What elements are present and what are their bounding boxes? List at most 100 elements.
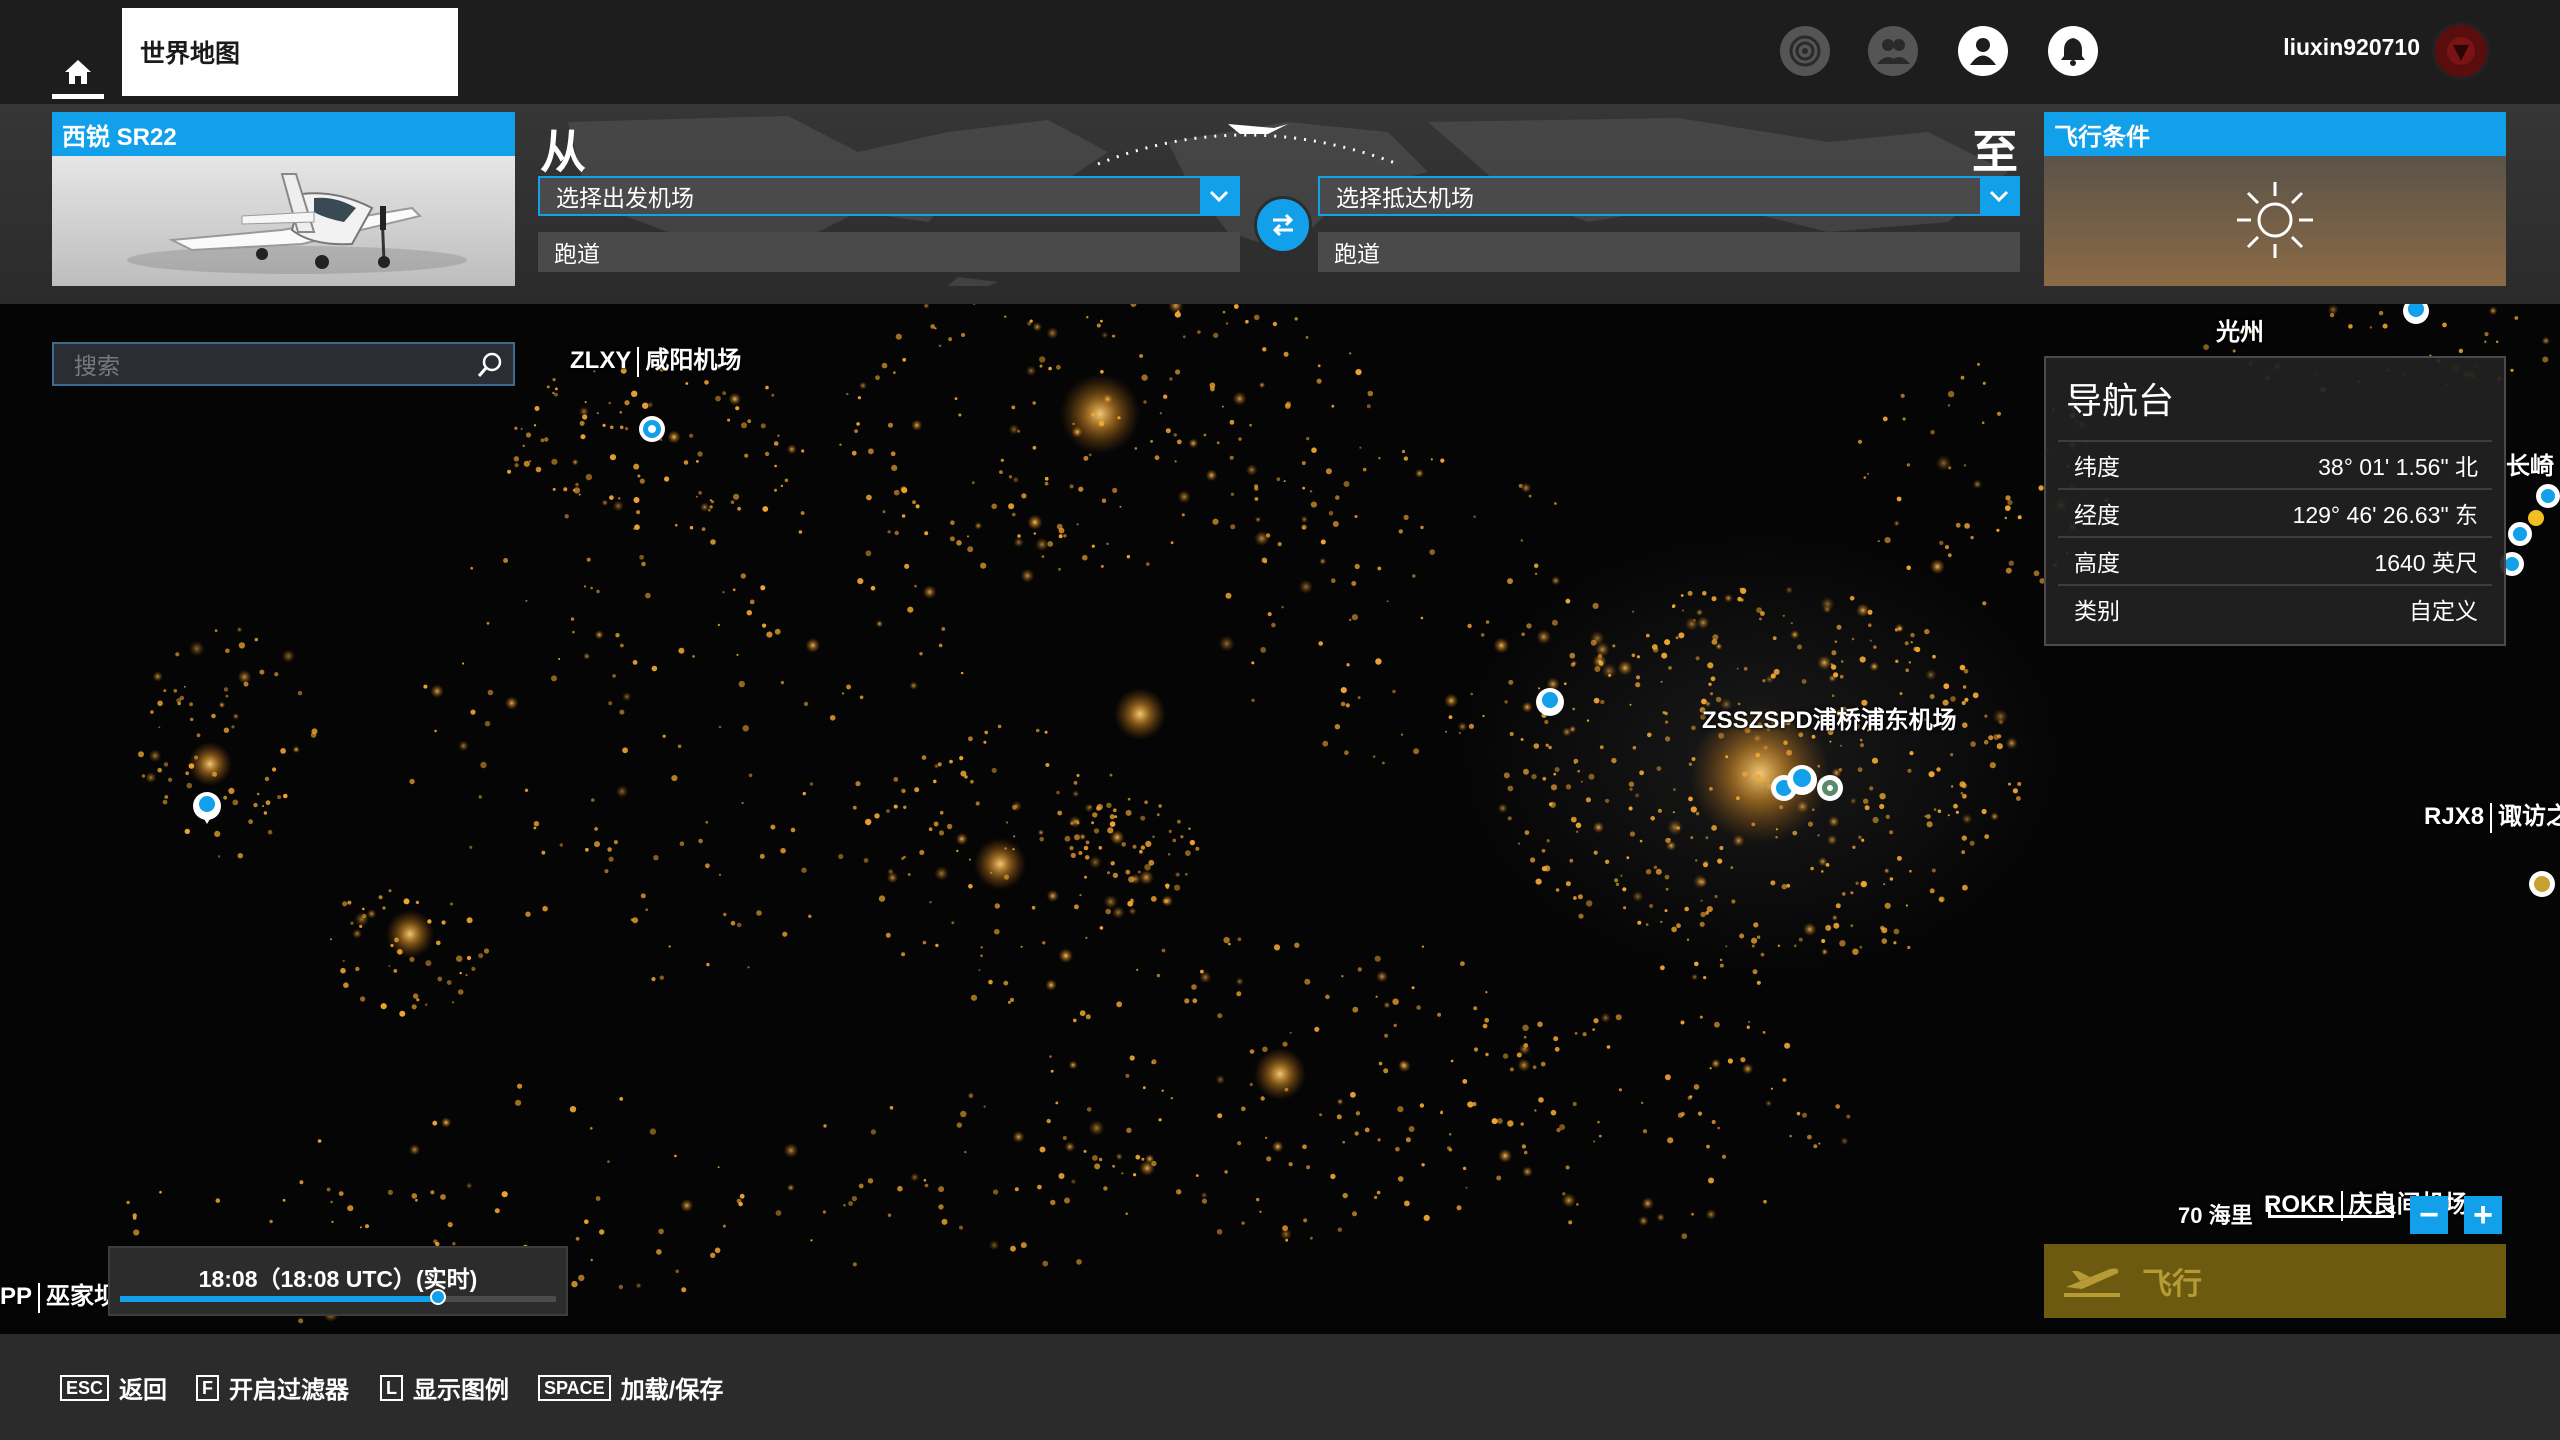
city-light: [970, 994, 978, 1001]
city-light: [698, 838, 703, 844]
city-light: [1623, 906, 1627, 910]
city-light: [1551, 576, 1561, 586]
city-light: [1071, 426, 1083, 438]
city-light: [1761, 743, 1770, 752]
friends-button[interactable]: [1868, 26, 1918, 76]
fly-button[interactable]: 飞行: [2044, 1244, 2506, 1318]
zoom-in-button[interactable]: +: [2464, 1196, 2502, 1234]
hint-load-save[interactable]: SPACE 加载/保存: [538, 1370, 723, 1405]
city-light: [1981, 808, 1987, 815]
city-light: [364, 1224, 370, 1229]
departure-dropdown-arrow[interactable]: [1200, 178, 1238, 214]
city-light: [1632, 746, 1637, 750]
city-light: [938, 643, 943, 648]
city-light: [231, 725, 235, 729]
swap-airports-button[interactable]: [1254, 196, 1312, 254]
time-slider-handle[interactable]: [430, 1289, 447, 1305]
city-light: [1989, 762, 1996, 769]
hint-filter[interactable]: F 开启过滤器: [196, 1370, 349, 1405]
airport-marker-rjx8[interactable]: [2529, 871, 2555, 897]
city-light: [399, 1010, 406, 1017]
city-light: [1576, 1203, 1579, 1206]
city-light: [711, 500, 714, 504]
city-light: [1509, 1067, 1514, 1072]
city-light: [1076, 1259, 1082, 1265]
city-light: [517, 1083, 523, 1089]
map-label-zlxy[interactable]: ZLXY 咸阳机场: [570, 340, 741, 377]
airport-marker-zlxy[interactable]: [639, 416, 665, 442]
city-light: [1112, 1164, 1115, 1168]
city-light: [675, 1269, 679, 1274]
username[interactable]: liuxin920710: [2240, 34, 2420, 61]
arrival-airport-select[interactable]: 选择抵达机场: [1318, 176, 2020, 216]
city-light: [889, 1106, 894, 1110]
map-label-rjx8[interactable]: RJX8 诹访之: [2424, 796, 2560, 833]
search-input[interactable]: 搜索: [52, 342, 515, 386]
map-label-pp[interactable]: PP 巫家坝: [0, 1276, 118, 1313]
city-light: [1700, 899, 1703, 902]
airport-marker-west[interactable]: [193, 792, 221, 824]
map-label-gwangju[interactable]: 光州: [2216, 312, 2264, 347]
city-light: [955, 832, 968, 846]
city-light: [1907, 945, 1911, 950]
city-light: [961, 671, 964, 675]
city-light: [1568, 725, 1577, 733]
city-light: [1473, 1006, 1478, 1011]
achievements-button[interactable]: [1780, 26, 1830, 76]
city-light: [747, 966, 750, 969]
flight-conditions-card[interactable]: 飞行条件: [2044, 112, 2506, 286]
city-light: [1285, 1238, 1289, 1242]
departure-airport-select[interactable]: 选择出发机场: [538, 176, 1240, 216]
city-light: [1064, 835, 1071, 842]
avatar[interactable]: [2432, 22, 2490, 80]
city-light: [1684, 906, 1689, 912]
city-light: [1079, 894, 1082, 897]
city-light: [534, 406, 540, 411]
city-light: [232, 799, 239, 806]
city-light: [1959, 781, 1966, 788]
arrival-dropdown-arrow[interactable]: [1980, 178, 2018, 214]
home-tab[interactable]: [52, 52, 104, 92]
zoom-out-button[interactable]: −: [2410, 1196, 2448, 1234]
hint-back[interactable]: ESC 返回: [60, 1370, 167, 1405]
city-light: [1731, 899, 1736, 904]
city-light: [609, 495, 614, 500]
city-light: [1249, 1049, 1255, 1054]
map-label-shanghai[interactable]: ZSSZSPD浦桥浦东机场: [1702, 700, 1957, 735]
city-light: [1008, 503, 1015, 510]
city-light: [1188, 438, 1199, 449]
city-light: [1298, 579, 1314, 594]
aircraft-card[interactable]: 西锐 SR22: [52, 112, 515, 286]
city-light: [1693, 874, 1708, 889]
city-light: [1751, 937, 1758, 944]
city-light: [585, 847, 589, 852]
city-light: [1448, 715, 1453, 719]
notifications-button[interactable]: [2048, 26, 2098, 76]
hint-legend[interactable]: L 显示图例: [380, 1370, 509, 1405]
arrival-runway-select[interactable]: 跑道: [1318, 232, 2020, 272]
departure-runway-select[interactable]: 跑道: [538, 232, 1240, 272]
city-light: [887, 530, 891, 534]
city-light: [1056, 790, 1060, 795]
tab-world-map[interactable]: 世界地图: [122, 8, 458, 96]
city-light: [2488, 306, 2498, 316]
city-light: [1378, 457, 1381, 460]
city-light: [1818, 1142, 1821, 1145]
search-icon[interactable]: [475, 350, 505, 380]
city-light: [1301, 461, 1306, 466]
city-light: [1717, 1126, 1720, 1130]
city-light: [1599, 745, 1604, 750]
city-light: [311, 728, 318, 735]
city-light: [274, 672, 279, 677]
city-light: [1055, 1101, 1059, 1105]
city-light: [991, 767, 997, 773]
city-light: [893, 804, 898, 809]
city-light: [1258, 381, 1266, 389]
airport-marker-nagasaki[interactable]: [2500, 484, 2560, 576]
map-label-nagasaki[interactable]: 长崎: [2506, 446, 2554, 481]
city-light: [975, 801, 980, 806]
time-slider[interactable]: [120, 1289, 556, 1305]
city-light: [1050, 1199, 1056, 1206]
profile-button[interactable]: [1958, 26, 2008, 76]
airport-marker-gwangju[interactable]: [2403, 304, 2429, 324]
